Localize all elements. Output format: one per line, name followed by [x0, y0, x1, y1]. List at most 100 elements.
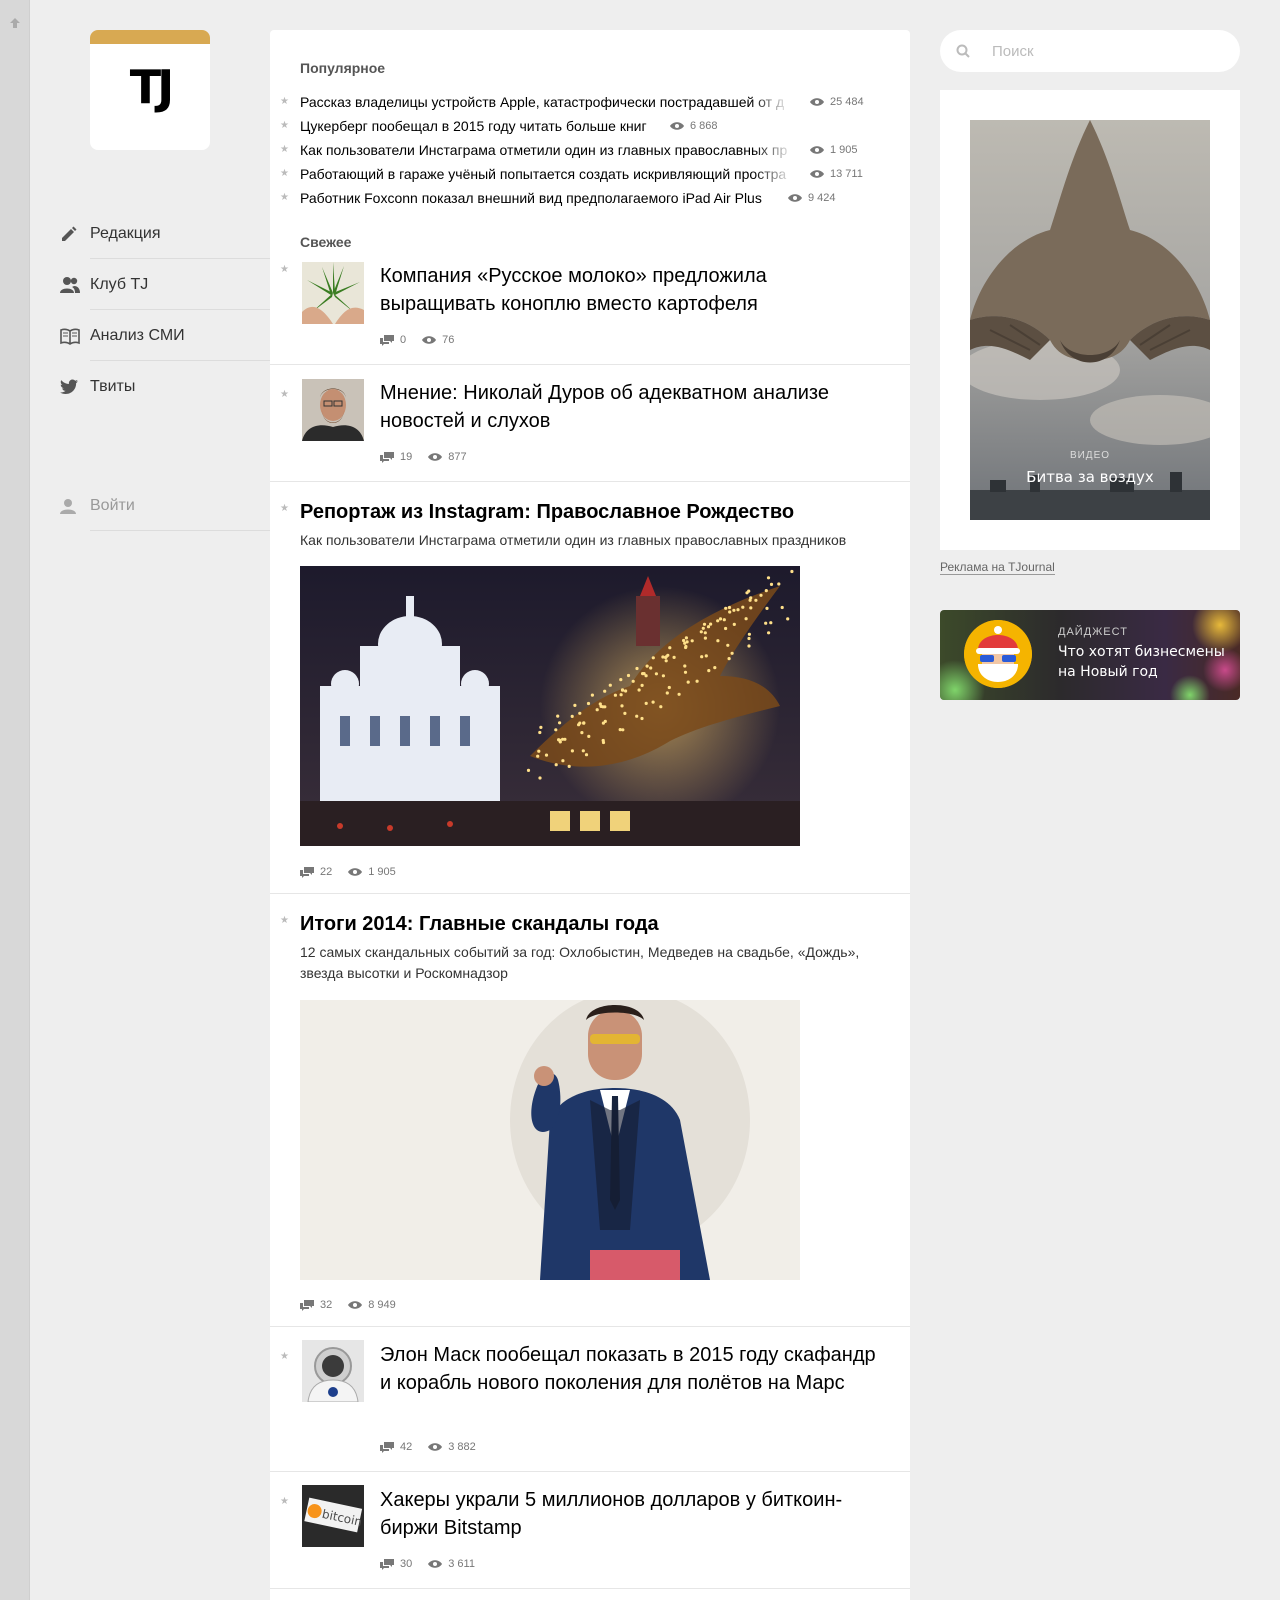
search-input[interactable]	[992, 42, 1212, 60]
sidebar-item-label: Клуб TJ	[90, 275, 149, 293]
view-count-value: 13 711	[830, 168, 863, 180]
feed-entry[interactable]: ★ Элон Маск пообещал показать в 2015 год…	[270, 1327, 910, 1472]
login-button[interactable]: Войти	[60, 480, 270, 531]
entry-title[interactable]: Итоги 2014: Главные скандалы года	[300, 910, 890, 938]
star-icon[interactable]: ★	[280, 265, 290, 275]
entry-thumbnail[interactable]: bitcoin	[302, 1485, 364, 1547]
view-count: 877	[448, 451, 467, 463]
star-icon[interactable]: ★	[280, 193, 290, 203]
view-count-value: 1 905	[830, 144, 858, 156]
view-count-value: 9 424	[808, 192, 836, 204]
eye-icon	[810, 146, 824, 154]
entry-title[interactable]: Мнение: Николай Дуров об адекватном анал…	[380, 379, 880, 435]
search-icon	[956, 44, 970, 58]
entry-thumbnail[interactable]	[302, 262, 364, 324]
eye-icon	[348, 1301, 363, 1309]
main-feed: Популярное ★ Рассказ владелицы устройств…	[270, 30, 910, 1600]
popular-section-title: Популярное	[300, 60, 386, 76]
star-icon[interactable]: ★	[280, 1497, 290, 1507]
sidebar-item-media-analysis[interactable]: Анализ СМИ	[60, 310, 270, 361]
entry-title[interactable]: Репортаж из Instagram: Православное Рожд…	[300, 498, 890, 526]
view-count: 25 484	[810, 96, 864, 108]
star-icon[interactable]: ★	[280, 390, 290, 400]
comment-icon	[380, 334, 394, 346]
logo-text: TJ	[129, 60, 175, 114]
ad-video-thumbnail[interactable]: ВИДЕО Битва за воздух	[970, 120, 1210, 520]
sidebar-item-club[interactable]: Клуб TJ	[60, 259, 270, 310]
entry-title[interactable]: Элон Маск пообещал показать в 2015 году …	[380, 1341, 880, 1397]
entry-title[interactable]: Хакеры украли 5 миллионов долларов у бит…	[380, 1486, 880, 1542]
fresh-section-title: Свежее	[300, 234, 352, 250]
entry-title[interactable]: Компания «Русское молоко» предложила выр…	[380, 262, 880, 318]
book-icon	[60, 326, 90, 346]
eye-icon	[810, 170, 824, 178]
star-icon[interactable]: ★	[280, 121, 290, 131]
view-count: 76	[442, 334, 455, 346]
entry-meta: 32 8 949	[300, 1299, 396, 1311]
sidebar-item-tweets[interactable]: Твиты	[60, 361, 270, 412]
star-icon[interactable]: ★	[280, 145, 290, 155]
view-count: 1 905	[810, 144, 858, 156]
list-item[interactable]: ★ Рассказ владелицы устройств Apple, кат…	[270, 90, 910, 114]
sidebar-nav: Редакция Клуб TJ Анализ СМИ Твиты	[60, 208, 270, 412]
list-item[interactable]: ★ Работник Foxconn показал внешний вид п…	[270, 186, 910, 210]
comment-count: 22	[320, 866, 333, 878]
feed-entry[interactable]: ★ Мнение: Николай Дуров об адекватном ан…	[270, 365, 910, 482]
entry-thumbnail[interactable]	[302, 379, 364, 441]
list-item[interactable]: ★ Цукерберг пообещал в 2015 году читать …	[270, 114, 910, 138]
feed-entry-featured[interactable]: ★ Репортаж из Instagram: Православное Ро…	[270, 482, 910, 894]
popular-item-title[interactable]: Рассказ владелицы устройств Apple, катас…	[300, 94, 790, 110]
star-icon[interactable]: ★	[280, 504, 290, 514]
divider	[90, 530, 270, 531]
star-icon[interactable]: ★	[280, 97, 290, 107]
list-item[interactable]: ★ Работающий в гараже учёный попытается …	[270, 162, 910, 186]
arrow-up-icon	[10, 18, 20, 28]
view-count: 3 882	[448, 1441, 476, 1453]
comment-icon	[300, 866, 314, 878]
entry-lead: 12 самых скандальных событий за год: Охл…	[300, 944, 860, 981]
entry-meta: 19 877	[380, 451, 467, 463]
view-count: 1 905	[368, 866, 396, 878]
feed-entry[interactable]: ★ bitcoin Хакеры украли 5 миллионов долл…	[270, 1472, 910, 1589]
digest-title: Что хотят бизнесмены на Новый год	[1058, 644, 1225, 680]
sidebar-item-label: Редакция	[90, 224, 161, 242]
star-icon[interactable]: ★	[280, 1352, 290, 1362]
ad-link[interactable]: Реклама на TJournal	[940, 560, 1055, 575]
view-count: 9 424	[788, 192, 836, 204]
eye-icon	[428, 1560, 443, 1568]
eye-icon	[670, 122, 684, 130]
star-icon[interactable]: ★	[280, 169, 290, 179]
star-icon[interactable]: ★	[280, 916, 290, 926]
entry-meta: 0 76	[380, 334, 454, 346]
ad-banner[interactable]: ВИДЕО Битва за воздух	[940, 90, 1240, 550]
sidebar-item-label: Анализ СМИ	[90, 326, 185, 344]
entry-image[interactable]	[300, 1000, 800, 1280]
entry-image[interactable]	[300, 566, 800, 846]
digest-banner[interactable]: ДАЙДЖЕСТ Что хотят бизнесмены на Новый г…	[940, 610, 1240, 700]
popular-item-title[interactable]: Работающий в гараже учёный попытается со…	[300, 166, 793, 182]
ad-headline: Битва за воздух	[1026, 468, 1154, 486]
view-count-value: 6 868	[690, 120, 718, 132]
popular-item-title[interactable]: Цукерберг пообещал в 2015 году читать бо…	[300, 118, 660, 134]
comment-icon	[300, 1299, 314, 1311]
feed-entry[interactable]: ★ Компания «Русское молоко» предложила в…	[270, 250, 910, 365]
view-count: 6 868	[670, 120, 718, 132]
scroll-to-top-strip[interactable]	[0, 0, 30, 1600]
list-item[interactable]: ★ Как пользователи Инстаграма отметили о…	[270, 138, 910, 162]
sidebar-item-label: Твиты	[90, 377, 136, 395]
search-box[interactable]	[940, 30, 1240, 72]
popular-item-title[interactable]: Как пользователи Инстаграма отметили оди…	[300, 142, 793, 158]
comment-count: 30	[400, 1558, 413, 1570]
login-label: Войти	[90, 496, 135, 514]
entry-meta: 42 3 882	[380, 1441, 476, 1453]
entry-lead: Как пользователи Инстаграма отметили оди…	[300, 532, 847, 548]
popular-list: ★ Рассказ владелицы устройств Apple, кат…	[270, 90, 910, 210]
pencil-icon	[60, 224, 90, 244]
sidebar-item-editorial[interactable]: Редакция	[60, 208, 270, 259]
feed-entry-featured[interactable]: ★ Итоги 2014: Главные скандалы года 12 с…	[270, 894, 910, 1327]
entry-meta: 30 3 611	[380, 1558, 475, 1570]
popular-item-title[interactable]: Работник Foxconn показал внешний вид пре…	[300, 190, 775, 206]
eye-icon	[810, 98, 824, 106]
entry-thumbnail[interactable]	[302, 1340, 364, 1402]
site-logo[interactable]: TJ	[90, 30, 210, 150]
